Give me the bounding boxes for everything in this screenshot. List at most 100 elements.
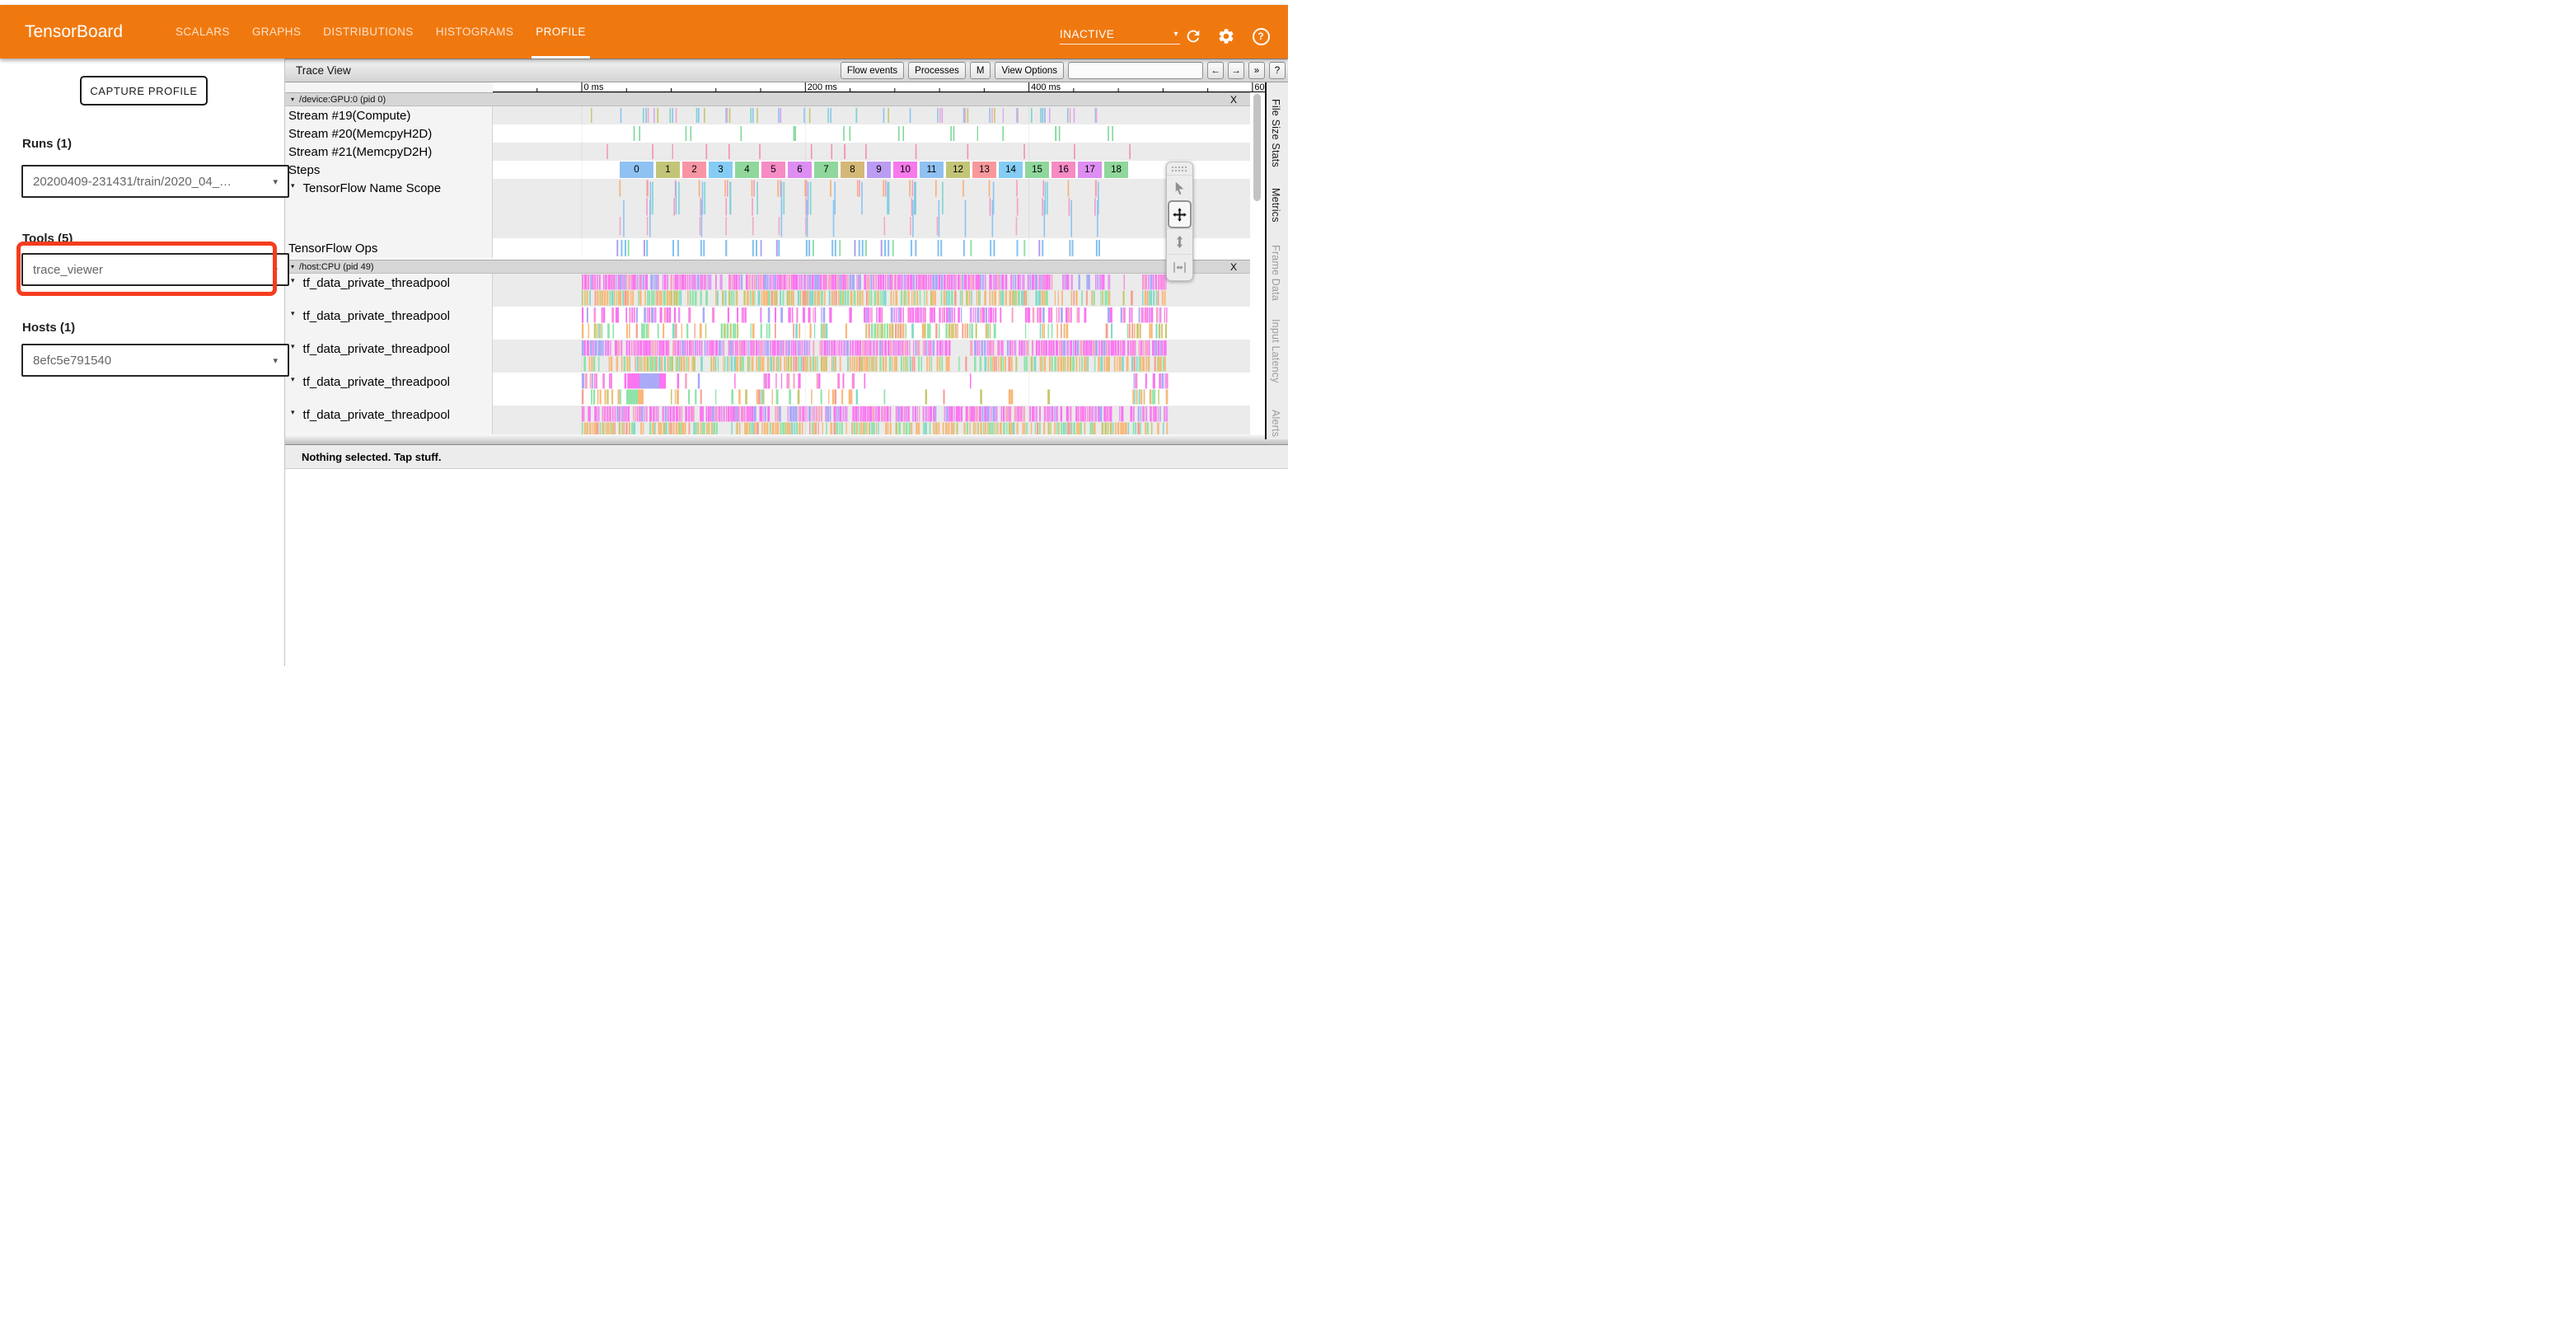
track-row-steps: Steps0123456789101112131415161718	[285, 161, 1250, 179]
trace-view-titlebar: Trace View Flow events Processes M View …	[285, 59, 1288, 82]
analysis-tabstrip: File Size Stats Metrics Frame Data Input La…	[1267, 82, 1288, 439]
step-block[interactable]: 13	[972, 162, 996, 178]
metadata-button[interactable]: M	[970, 62, 991, 79]
trace-canvas-stream-19[interactable]	[493, 106, 1250, 124]
select-tool-button[interactable]	[1167, 175, 1192, 200]
trace-canvas-threadpool-2[interactable]	[493, 307, 1250, 340]
toolbar-input[interactable]	[1068, 62, 1203, 79]
step-block[interactable]: 2	[682, 162, 706, 178]
chevron-down-icon: ▾	[273, 355, 278, 366]
detail-pane-header: Nothing selected. Tap stuff.	[285, 445, 1288, 469]
status-dropdown[interactable]: INACTIVE ▾	[1060, 25, 1180, 45]
step-block[interactable]: 1	[656, 162, 680, 178]
tool-panel-grip[interactable]	[1171, 166, 1188, 173]
processes-button[interactable]: Processes	[908, 62, 966, 79]
help-icon[interactable]: ?	[1252, 27, 1270, 45]
capture-profile-button[interactable]: CAPTURE PROFILE	[80, 76, 208, 106]
track-label-text: Stream #20(MemcpyH2D)	[288, 127, 432, 141]
step-block[interactable]: 8	[841, 162, 864, 178]
track-trace-tf-ops[interactable]	[493, 238, 1250, 258]
settings-gear-icon[interactable]	[1217, 27, 1235, 45]
horizontal-scroll-strip[interactable]	[285, 434, 1288, 445]
track-trace-steps[interactable]: 0123456789101112131415161718	[493, 161, 1250, 179]
trace-canvas-stream-20[interactable]	[493, 124, 1250, 143]
help-question-glyph: ?	[1253, 28, 1270, 45]
runs-select[interactable]: 20200409-231431/train/2020_04_… ▾	[21, 165, 289, 198]
trace-canvas-threadpool-4[interactable]	[493, 373, 1250, 406]
step-block[interactable]: 15	[1025, 162, 1049, 178]
trace-canvas-threadpool-5[interactable]	[493, 406, 1250, 434]
tab-histograms[interactable]: HISTOGRAMS	[436, 5, 514, 59]
track-trace-threadpool-2[interactable]	[493, 307, 1250, 340]
chevron-down-icon: ▾	[291, 375, 295, 384]
tools-select[interactable]: trace_viewer ▾	[21, 253, 289, 286]
trace-canvas-tf-ops[interactable]	[493, 238, 1250, 258]
flow-events-button[interactable]: Flow events	[841, 62, 904, 79]
tools-value: trace_viewer	[33, 263, 266, 277]
track-trace-tf-name-scope[interactable]	[493, 179, 1250, 238]
detail-message: Nothing selected. Tap stuff.	[302, 451, 442, 463]
track-trace-threadpool-4[interactable]	[493, 373, 1250, 406]
analysis-tab-input-latency[interactable]: Input Latency	[1270, 319, 1281, 383]
analysis-tab-file-size-stats[interactable]: File Size Stats	[1270, 99, 1281, 167]
cursor-icon	[1172, 181, 1187, 196]
trace-canvas-stream-21[interactable]	[493, 143, 1250, 161]
detail-pane-body	[285, 469, 1288, 666]
step-block[interactable]: 0	[620, 162, 653, 178]
step-block[interactable]: 4	[735, 162, 759, 178]
step-block[interactable]: 17	[1078, 162, 1102, 178]
chevron-down-icon: ▾	[273, 265, 278, 275]
nav-more-button[interactable]: »	[1248, 62, 1265, 79]
step-block[interactable]: 12	[946, 162, 970, 178]
step-block[interactable]: 6	[788, 162, 812, 178]
track-trace-threadpool-3[interactable]	[493, 340, 1250, 373]
refresh-icon[interactable]	[1184, 27, 1202, 45]
track-trace-threadpool-5[interactable]	[493, 406, 1250, 434]
trace-help-button[interactable]: ?	[1269, 62, 1286, 79]
step-block[interactable]: 7	[814, 162, 838, 178]
analysis-tab-metrics[interactable]: Metrics	[1270, 188, 1281, 223]
step-block[interactable]: 14	[999, 162, 1023, 178]
trace-toolbar: Flow events Processes M View Options ← →…	[841, 62, 1286, 79]
trace-canvas-threadpool-3[interactable]	[493, 340, 1250, 373]
view-options-button[interactable]: View Options	[995, 62, 1064, 79]
track-row-stream-20: Stream #20(MemcpyH2D)	[285, 124, 1250, 143]
step-block[interactable]: 11	[920, 162, 944, 178]
hosts-select[interactable]: 8efc5e791540 ▾	[21, 344, 289, 377]
nav-right-button[interactable]: →	[1228, 62, 1244, 79]
step-block[interactable]: 3	[709, 162, 733, 178]
close-section-button[interactable]: X	[1230, 93, 1237, 106]
analysis-tab-alerts[interactable]: Alerts	[1270, 410, 1281, 437]
trace-canvas-threadpool-1[interactable]	[493, 274, 1250, 307]
trace-tool-panel	[1166, 162, 1193, 281]
step-block[interactable]: 5	[761, 162, 785, 178]
tools-label: Tools (5)	[22, 232, 73, 246]
chevron-down-icon: ▾	[291, 96, 294, 103]
track-label-text: tf_data_private_threadpool	[303, 309, 450, 323]
trace-canvas-tf-name-scope[interactable]	[493, 179, 1250, 238]
vertical-scrollbar-thumb[interactable]	[1253, 94, 1261, 201]
track-trace-stream-20[interactable]	[493, 124, 1250, 143]
zoom-tool-button[interactable]	[1167, 228, 1192, 254]
step-block[interactable]: 18	[1104, 162, 1128, 178]
track-trace-stream-19[interactable]	[493, 106, 1250, 124]
tab-scalars[interactable]: SCALARS	[176, 5, 230, 59]
track-trace-stream-21[interactable]	[493, 143, 1250, 161]
tab-graphs[interactable]: GRAPHS	[252, 5, 301, 59]
track-row-tf-ops: TensorFlow Ops	[285, 238, 1250, 258]
analysis-tab-frame-data[interactable]: Frame Data	[1270, 245, 1281, 301]
tab-profile[interactable]: PROFILE	[536, 5, 586, 59]
step-block[interactable]: 10	[893, 162, 917, 178]
step-block[interactable]: 16	[1051, 162, 1075, 178]
pan-tool-button[interactable]	[1168, 200, 1192, 228]
track-trace-threadpool-1[interactable]	[493, 274, 1250, 307]
section-header-cpu[interactable]: ▾/host:CPU (pid 49)X	[285, 260, 1250, 274]
hosts-value: 8efc5e791540	[33, 354, 266, 368]
tab-distributions[interactable]: DISTRIBUTIONS	[323, 5, 413, 59]
chevron-down-icon: ▾	[291, 309, 295, 318]
close-section-button[interactable]: X	[1230, 260, 1237, 273]
step-block[interactable]: 9	[867, 162, 891, 178]
section-header-gpu[interactable]: ▾/device:GPU:0 (pid 0)X	[285, 92, 1250, 106]
nav-left-button[interactable]: ←	[1207, 62, 1224, 79]
timing-tool-button[interactable]	[1167, 254, 1192, 279]
